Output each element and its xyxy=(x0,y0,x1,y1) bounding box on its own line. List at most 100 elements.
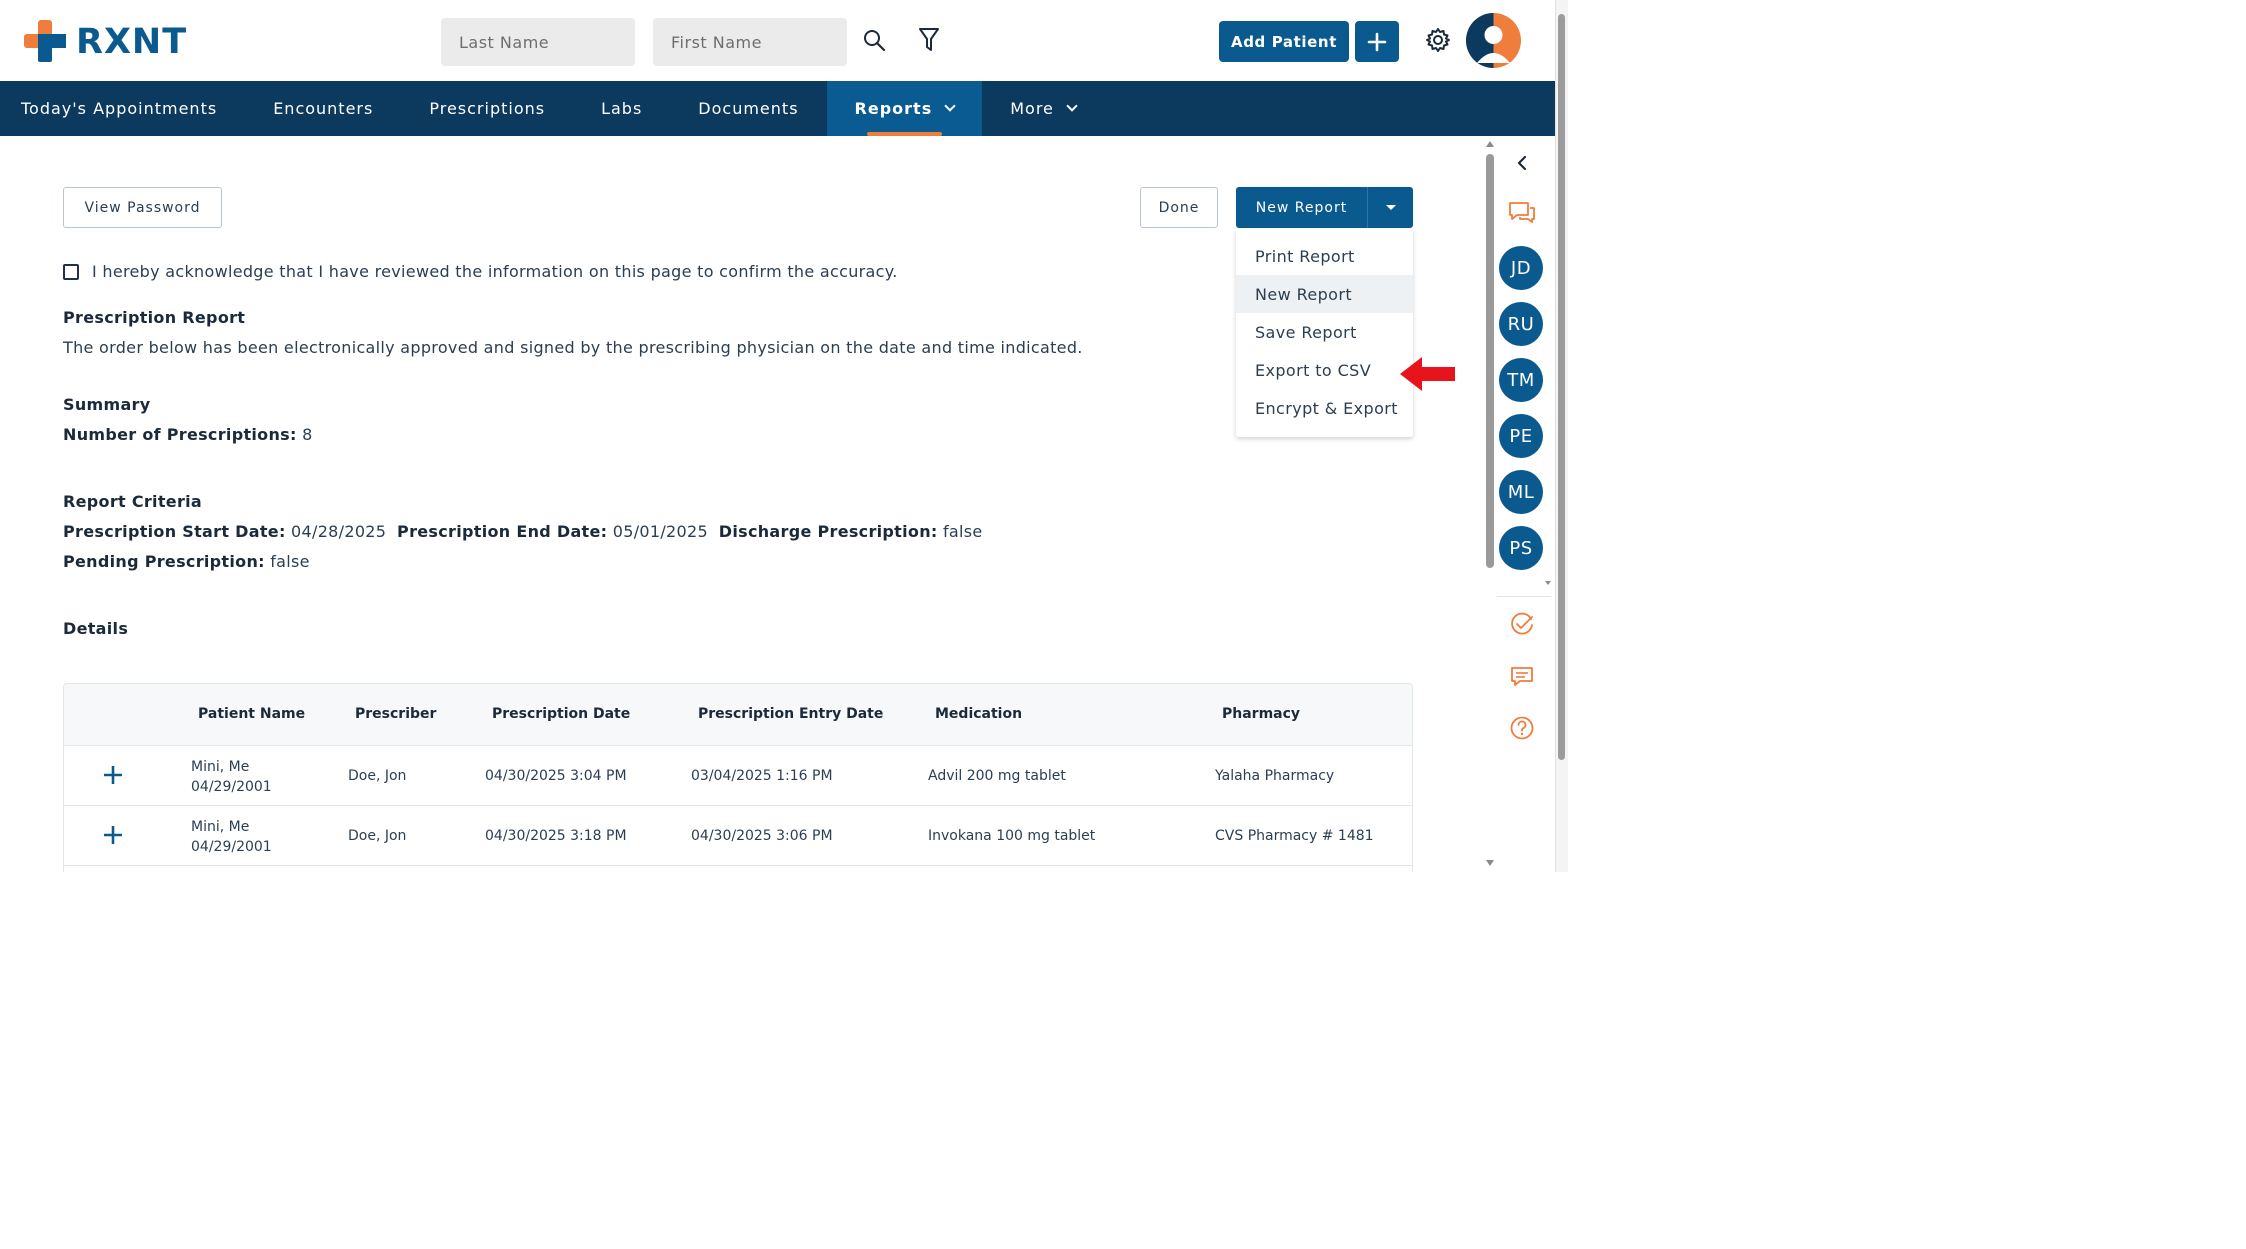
cell-prescriber: Doe, Jon xyxy=(348,768,407,784)
num-prescriptions: Number of Prescriptions: 8 xyxy=(63,425,313,444)
nav-more[interactable]: More xyxy=(982,81,1104,136)
settings-gear-icon[interactable] xyxy=(1422,24,1454,56)
avatar-pe[interactable]: PE xyxy=(1499,414,1543,458)
details-heading: Details xyxy=(63,619,129,638)
rail-scroll-down-icon[interactable] xyxy=(1544,580,1552,586)
cell-patient: Mini, Me 04/29/2001 xyxy=(191,757,272,797)
report-title: Prescription Report xyxy=(63,308,246,327)
cell-pharmacy: CVS Pharmacy # 1481 xyxy=(1215,828,1374,844)
num-prescriptions-label: Number of Prescriptions: xyxy=(63,425,297,444)
col-prescriber[interactable]: Prescriber xyxy=(355,706,436,722)
logo-cross-icon xyxy=(24,20,66,62)
task-check-icon[interactable] xyxy=(1508,611,1536,639)
scroll-down-arrow-icon[interactable] xyxy=(1485,859,1495,867)
cell-entry-date: 03/04/2025 1:16 PM xyxy=(691,768,833,784)
expand-row-plus-icon[interactable] xyxy=(102,824,124,846)
nav-todays-appointments[interactable]: Today's Appointments xyxy=(0,81,245,136)
avatar-tm[interactable]: TM xyxy=(1499,358,1543,402)
discharge-label: Discharge Prescription: xyxy=(718,522,938,541)
search-icon[interactable] xyxy=(858,24,890,56)
nav-prescriptions[interactable]: Prescriptions xyxy=(401,81,573,136)
caret-down-icon xyxy=(1385,204,1396,210)
avatar-ru[interactable]: RU xyxy=(1499,302,1543,346)
table-row: Mini, Me 04/29/2001 Doe, Jon 04/30/2025 … xyxy=(64,806,1412,866)
col-medication[interactable]: Medication xyxy=(935,706,1022,722)
content-scroll-thumb[interactable] xyxy=(1486,154,1494,568)
table-header: Patient Name Prescriber Prescription Dat… xyxy=(64,684,1412,746)
cell-prescriber: Doe, Jon xyxy=(348,828,407,844)
plus-icon xyxy=(1367,32,1387,51)
patient-dob: 04/29/2001 xyxy=(191,779,272,795)
patient-name: Mini, Me xyxy=(191,759,250,775)
col-pharmacy[interactable]: Pharmacy xyxy=(1222,706,1300,722)
rxnt-logo[interactable]: RXNT xyxy=(24,20,187,64)
user-avatar[interactable] xyxy=(1466,13,1521,68)
menu-item-encrypt-export[interactable]: Encrypt & Export xyxy=(1236,389,1413,427)
avatar-ml[interactable]: ML xyxy=(1499,470,1543,514)
nav-label: More xyxy=(1010,99,1054,118)
collapse-chevron-left-icon[interactable] xyxy=(1508,149,1536,177)
patient-dob: 04/29/2001 xyxy=(191,839,272,855)
col-patient-name[interactable]: Patient Name xyxy=(198,706,305,722)
new-report-menu: Print Report New Report Save Report Expo… xyxy=(1236,229,1413,437)
nav-label: Labs xyxy=(601,99,643,118)
page-scroll-thumb[interactable] xyxy=(1558,14,1565,760)
logo-text: RXNT xyxy=(76,22,188,62)
message-icon[interactable] xyxy=(1508,663,1536,691)
summary-heading: Summary xyxy=(63,395,151,414)
first-name-input[interactable] xyxy=(653,18,847,66)
col-entry-date[interactable]: Prescription Entry Date xyxy=(698,706,883,722)
add-patient-button[interactable]: Add Patient xyxy=(1219,21,1349,62)
cell-entry-date: 04/30/2025 3:06 PM xyxy=(691,828,833,844)
acknowledge-checkbox[interactable] xyxy=(63,263,79,280)
menu-item-save-report[interactable]: Save Report xyxy=(1236,313,1413,351)
discharge-value: false xyxy=(943,522,983,541)
menu-item-export-csv[interactable]: Export to CSV xyxy=(1236,351,1413,389)
cell-prescription-date: 04/30/2025 3:18 PM xyxy=(485,828,627,844)
pending-label: Pending Prescription: xyxy=(63,552,265,571)
new-report-button[interactable]: New Report xyxy=(1236,187,1367,228)
report-description: The order below has been electronically … xyxy=(63,338,1083,357)
report-content: View Password Done New Report Print Repo… xyxy=(0,136,1484,872)
chat-bubbles-icon[interactable] xyxy=(1508,199,1536,227)
top-header: RXNT Add Patient xyxy=(0,0,1555,81)
app-window: RXNT Add Patient xyxy=(0,0,1568,872)
nav-label: Today's Appointments xyxy=(21,99,218,118)
avatar-ps[interactable]: PS xyxy=(1499,526,1543,570)
cell-pharmacy: Yalaha Pharmacy xyxy=(1215,768,1335,784)
chevron-down-icon xyxy=(1066,100,1078,112)
expand-row-plus-icon[interactable] xyxy=(102,764,124,786)
help-question-icon[interactable] xyxy=(1508,714,1536,742)
nav-label: Documents xyxy=(698,99,799,118)
menu-item-new-report[interactable]: New Report xyxy=(1236,275,1413,313)
scroll-up-arrow-icon[interactable] xyxy=(1485,140,1495,148)
num-prescriptions-value: 8 xyxy=(302,425,313,444)
end-date-value: 05/01/2025 xyxy=(612,522,708,541)
acknowledge-row: I hereby acknowledge that I have reviewe… xyxy=(63,262,898,281)
criteria-dates: Prescription Start Date: 04/28/2025 Pres… xyxy=(63,522,983,541)
done-button[interactable]: Done xyxy=(1140,187,1218,228)
pending-value: false xyxy=(270,552,310,571)
nav-documents[interactable]: Documents xyxy=(670,81,826,136)
nav-labs[interactable]: Labs xyxy=(573,81,670,136)
cell-medication: Invokana 100 mg tablet xyxy=(928,828,1096,844)
new-report-dropdown-toggle[interactable] xyxy=(1367,187,1413,228)
start-date-label: Prescription Start Date: xyxy=(63,522,286,541)
menu-item-print-report[interactable]: Print Report xyxy=(1236,237,1413,275)
view-password-button[interactable]: View Password xyxy=(63,187,222,228)
avatar-jd[interactable]: JD xyxy=(1499,246,1543,290)
nav-encounters[interactable]: Encounters xyxy=(245,81,401,136)
start-date-value: 04/28/2025 xyxy=(291,522,387,541)
nav-label: Prescriptions xyxy=(429,99,546,118)
add-plus-button[interactable] xyxy=(1355,21,1399,62)
nav-reports[interactable]: Reports xyxy=(826,81,983,136)
red-arrow-annotation-icon xyxy=(1400,357,1455,391)
filter-icon[interactable] xyxy=(913,24,945,56)
cell-patient: Mini, Me 04/29/2001 xyxy=(191,817,272,857)
patient-name: Mini, Me xyxy=(191,819,250,835)
cell-prescription-date: 04/30/2025 3:04 PM xyxy=(485,768,627,784)
chevron-down-icon xyxy=(944,100,956,112)
last-name-input[interactable] xyxy=(441,18,635,66)
col-prescription-date[interactable]: Prescription Date xyxy=(492,706,630,722)
rail-divider xyxy=(1497,596,1551,597)
